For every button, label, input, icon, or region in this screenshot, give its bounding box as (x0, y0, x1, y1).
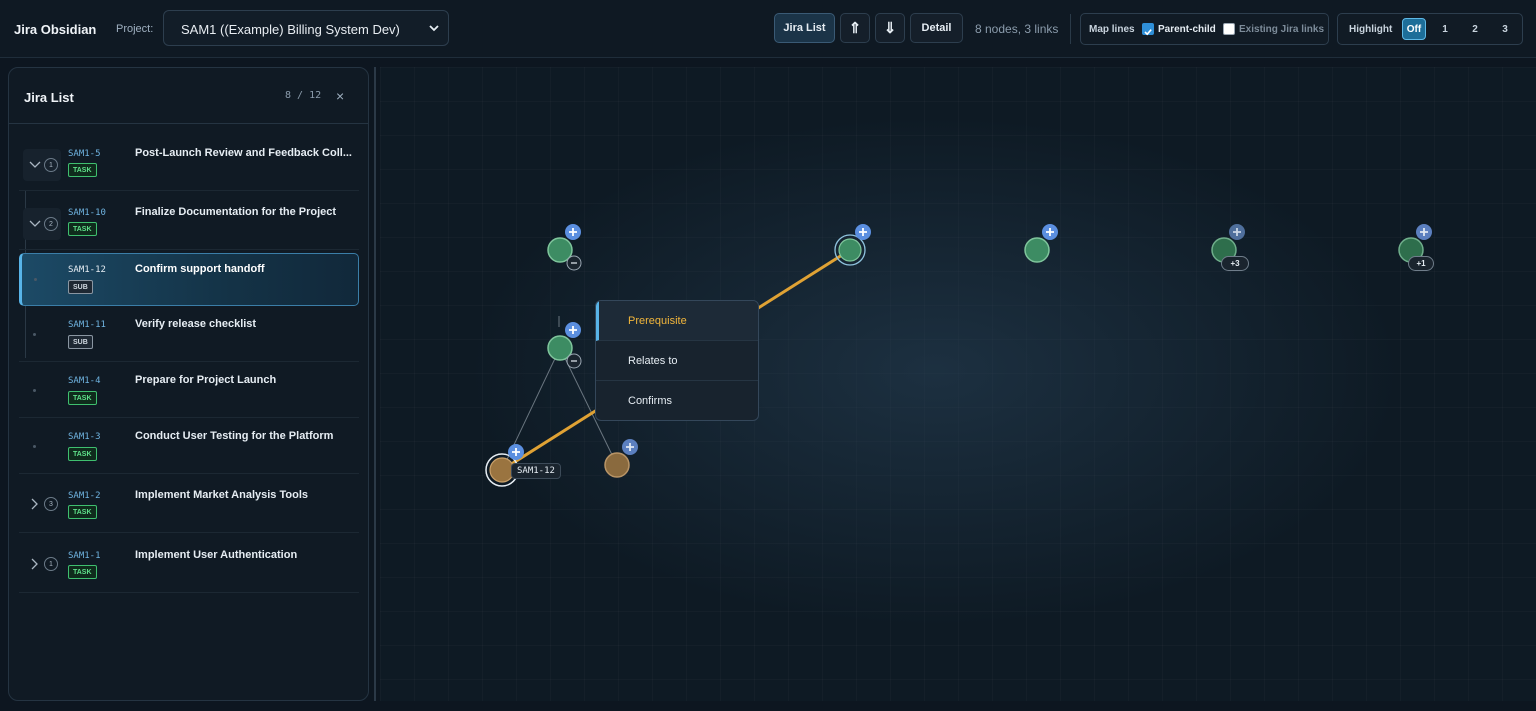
existing-links-label[interactable]: Existing Jira links (1239, 24, 1324, 35)
tree-dot (33, 445, 36, 448)
list-item[interactable]: 1 SAM1-5 TASK Post-Launch Review and Fee… (19, 135, 359, 191)
type-badge: TASK (68, 565, 97, 579)
jira-list-button[interactable]: Jira List (774, 13, 835, 43)
chevron-down-icon (29, 161, 41, 168)
app-title: Jira Obsidian (14, 22, 97, 37)
link-type-menu: Prerequisite Relates to Confirms (595, 300, 759, 421)
issue-key: SAM1-10 (68, 208, 106, 218)
map-lines-group: Map lines Parent-child Existing Jira lin… (1080, 13, 1329, 45)
list-item[interactable]: SAM1-4 TASK Prepare for Project Launch (19, 362, 359, 418)
issue-key: SAM1-4 (68, 376, 101, 386)
parent-child-checkbox[interactable] (1142, 23, 1154, 36)
panel-resize-handle[interactable] (374, 67, 376, 701)
tree-dot (33, 333, 36, 336)
type-badge: TASK (68, 391, 97, 405)
project-label: Project: (116, 23, 154, 35)
project-select[interactable]: SAM1 ((Example) Billing System Dev) (163, 10, 449, 46)
existing-links-checkbox[interactable] (1223, 23, 1235, 35)
menu-item-confirms[interactable]: Confirms (596, 381, 758, 420)
type-badge: TASK (68, 447, 97, 461)
highlight-2-button[interactable]: 2 (1463, 18, 1487, 40)
highlight-3-button[interactable]: 3 (1493, 18, 1517, 40)
menu-item-relates-to[interactable]: Relates to (596, 341, 758, 381)
issue-title: Prepare for Project Launch (135, 374, 277, 386)
highlight-label: Highlight (1349, 24, 1393, 35)
expand-toggle[interactable]: 1 (23, 149, 61, 181)
issue-title: Implement Market Analysis Tools (135, 489, 308, 501)
list-item-selected[interactable]: SAM1-12 SUB Confirm support handoff (19, 253, 359, 306)
child-count: 1 (44, 557, 58, 571)
issue-key: SAM1-1 (68, 551, 101, 561)
expand-toggle[interactable]: 3 (23, 488, 61, 520)
type-badge: TASK (68, 163, 97, 177)
issue-title: Post-Launch Review and Feedback Coll... (135, 147, 352, 159)
chevron-right-icon (31, 558, 38, 570)
close-icon[interactable]: × (336, 88, 344, 104)
highlight-off-button[interactable]: Off (1402, 18, 1426, 40)
node-label: SAM1-12 (511, 463, 561, 479)
list-item[interactable]: 2 SAM1-10 TASK Finalize Documentation fo… (19, 191, 359, 250)
list-item[interactable]: SAM1-3 TASK Conduct User Testing for the… (19, 418, 359, 474)
check-icon (1144, 29, 1152, 36)
map-lines-label: Map lines (1089, 24, 1135, 35)
graph-canvas[interactable] (380, 67, 1536, 701)
move-down-button[interactable]: ⇓ (875, 13, 905, 43)
issue-key: SAM1-11 (68, 320, 106, 330)
list-item[interactable]: 3 SAM1-2 TASK Implement Market Analysis … (19, 474, 359, 533)
type-badge: TASK (68, 222, 97, 236)
highlight-group: Highlight Off 1 2 3 (1337, 13, 1523, 45)
jira-list-panel: Jira List 8 / 12 × 1 SAM1-5 TASK Post-La… (8, 67, 369, 701)
graph-stats: 8 nodes, 3 links (975, 22, 1059, 36)
child-count: 2 (44, 217, 58, 231)
issue-title: Finalize Documentation for the Project (135, 206, 337, 218)
hidden-children-count[interactable]: +3 (1221, 256, 1249, 271)
project-select-value: SAM1 ((Example) Billing System Dev) (181, 22, 400, 37)
type-badge: SUB (68, 335, 93, 349)
issue-key: SAM1-12 (68, 265, 106, 275)
type-badge: SUB (68, 280, 93, 294)
chevron-down-icon (29, 220, 41, 227)
panel-title: Jira List (24, 90, 74, 105)
highlight-1-button[interactable]: 1 (1433, 18, 1457, 40)
tree-dot (33, 389, 36, 392)
issue-title: Conduct User Testing for the Platform (135, 430, 334, 442)
chevron-down-icon (429, 25, 439, 32)
issue-title: Verify release checklist (135, 318, 257, 330)
menu-item-prerequisite[interactable]: Prerequisite (596, 301, 758, 341)
list-item[interactable]: SAM1-11 SUB Verify release checklist (19, 306, 359, 362)
expand-toggle[interactable]: 1 (23, 548, 61, 580)
panel-count: 8 / 12 (285, 90, 322, 101)
list-item[interactable]: 1 SAM1-1 TASK Implement User Authenticat… (19, 533, 359, 593)
divider (9, 123, 368, 124)
move-up-button[interactable]: ⇑ (840, 13, 870, 43)
issue-key: SAM1-2 (68, 491, 101, 501)
hidden-children-count[interactable]: +1 (1408, 256, 1434, 271)
top-bar: Jira Obsidian Project: SAM1 ((Example) B… (0, 0, 1536, 58)
issue-key: SAM1-5 (68, 149, 101, 159)
child-count: 3 (44, 497, 58, 511)
issue-title: Confirm support handoff (135, 263, 265, 275)
child-count: 1 (44, 158, 58, 172)
tree-dot (34, 278, 37, 281)
expand-toggle[interactable]: 2 (23, 208, 61, 240)
issue-title: Implement User Authentication (135, 549, 298, 561)
type-badge: TASK (68, 505, 97, 519)
divider (1070, 14, 1071, 44)
chevron-right-icon (31, 498, 38, 510)
parent-child-label[interactable]: Parent-child (1158, 24, 1216, 35)
issue-key: SAM1-3 (68, 432, 101, 442)
detail-button[interactable]: Detail (910, 13, 963, 43)
